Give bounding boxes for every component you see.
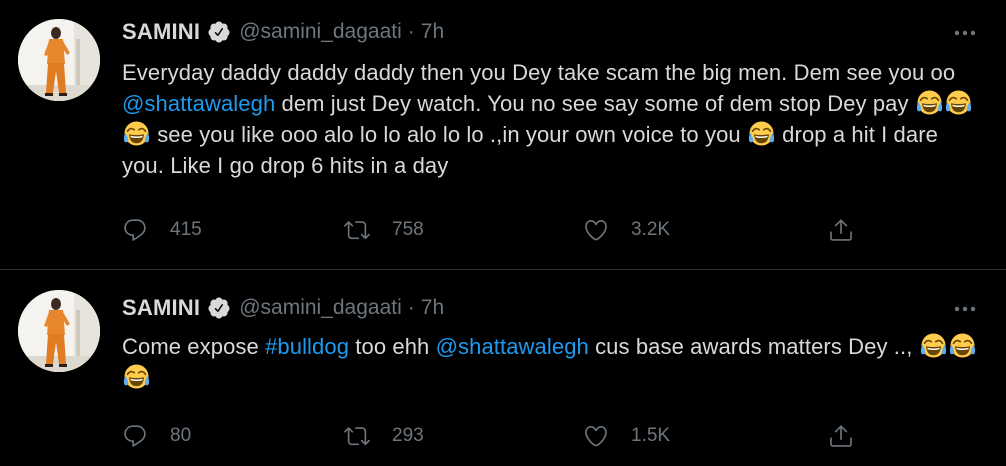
- retweet-count: 758: [392, 219, 424, 240]
- more-icon[interactable]: [952, 296, 978, 322]
- tears-of-joy-emoji-icon: [748, 120, 775, 147]
- retweet-icon: [344, 221, 370, 240]
- reply-count: 415: [170, 219, 202, 240]
- reply-count: 80: [170, 425, 192, 446]
- text-segment: dem just Dey watch. You no see say some …: [275, 91, 915, 116]
- retweet-button[interactable]: 758: [344, 213, 424, 247]
- avatar[interactable]: [18, 290, 100, 372]
- share-icon: [830, 425, 852, 447]
- retweet-button[interactable]: 293: [344, 419, 424, 453]
- tweet-text: Everyday daddy daddy daddy then you Dey …: [122, 57, 982, 181]
- like-icon: [585, 219, 607, 241]
- timestamp[interactable]: 7h: [421, 20, 444, 44]
- verified-badge-icon: [207, 20, 231, 44]
- tweet[interactable]: SAMINI @samini_dagaati · 7h Come expose …: [0, 270, 1006, 466]
- reply-icon: [124, 219, 146, 241]
- author-name[interactable]: SAMINI: [122, 295, 200, 321]
- reply-button[interactable]: 80: [122, 419, 191, 453]
- share-button[interactable]: [828, 419, 854, 453]
- like-count: 3.2K: [631, 219, 671, 240]
- tweet-actions: 80 293 1.5K: [122, 419, 982, 453]
- author-handle[interactable]: @samini_dagaati: [239, 296, 402, 320]
- like-icon: [585, 425, 607, 447]
- tweet[interactable]: SAMINI @samini_dagaati · 7h Everyday dad…: [0, 0, 1006, 270]
- tears-of-joy-emoji-icon: [123, 363, 150, 390]
- tears-of-joy-emoji-icon: [945, 89, 972, 116]
- like-button[interactable]: 3.2K: [583, 213, 670, 247]
- timestamp[interactable]: 7h: [421, 296, 444, 320]
- tweet-header: SAMINI @samini_dagaati · 7h: [122, 293, 444, 323]
- separator: ·: [407, 20, 415, 43]
- more-icon[interactable]: [952, 20, 978, 46]
- text-segment: see you like ooo alo lo lo alo lo lo .,i…: [151, 122, 747, 147]
- tears-of-joy-emoji-icon: [123, 120, 150, 147]
- verified-badge-icon: [207, 296, 231, 320]
- share-icon: [830, 219, 852, 241]
- tears-of-joy-emoji-icon: [920, 332, 947, 359]
- author-handle[interactable]: @samini_dagaati: [239, 20, 402, 44]
- retweet-count: 293: [392, 425, 424, 446]
- mention-link[interactable]: @shattawalegh: [122, 91, 275, 116]
- retweet-icon: [344, 427, 370, 446]
- avatar[interactable]: [18, 19, 100, 101]
- text-segment: too ehh: [349, 334, 436, 359]
- author-name[interactable]: SAMINI: [122, 19, 200, 45]
- hashtag-link[interactable]: #bulldog: [265, 334, 349, 359]
- like-count: 1.5K: [631, 425, 671, 446]
- tweet-header: SAMINI @samini_dagaati · 7h: [122, 17, 444, 47]
- tweet-text: Come expose #bulldog too ehh @shattawale…: [122, 331, 982, 393]
- tears-of-joy-emoji-icon: [916, 89, 943, 116]
- text-segment: cus base awards matters Dey ..,: [588, 334, 919, 359]
- tears-of-joy-emoji-icon: [949, 332, 976, 359]
- like-button[interactable]: 1.5K: [583, 419, 670, 453]
- tweet-actions: 415 758 3.2K: [122, 213, 982, 247]
- reply-button[interactable]: 415: [122, 213, 202, 247]
- text-segment: Everyday daddy daddy daddy then you Dey …: [122, 60, 956, 85]
- separator: ·: [407, 296, 415, 319]
- reply-icon: [124, 425, 146, 447]
- text-segment: Come expose: [122, 334, 266, 359]
- mention-link[interactable]: @shattawalegh: [436, 334, 589, 359]
- share-button[interactable]: [828, 213, 854, 247]
